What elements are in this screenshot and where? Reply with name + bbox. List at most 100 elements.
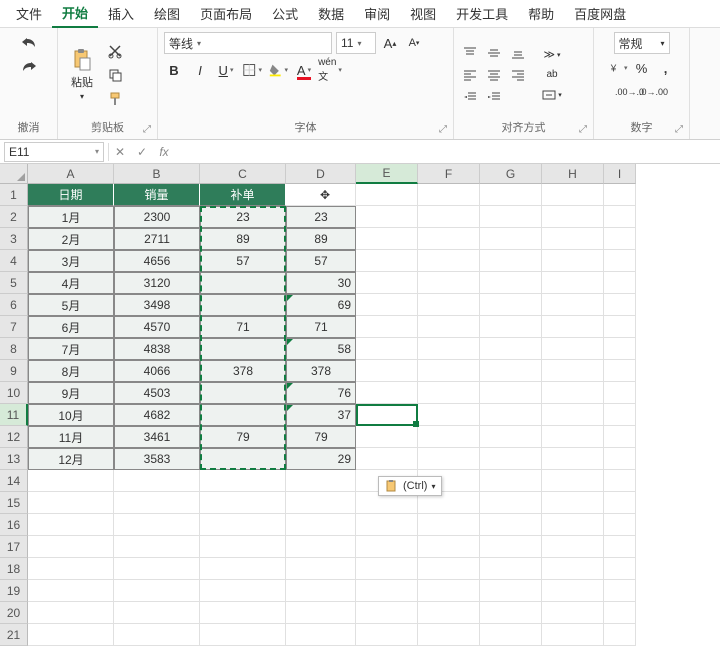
cell-G2[interactable] bbox=[480, 206, 542, 228]
paste-button[interactable]: 粘贴 ▾ bbox=[64, 46, 100, 103]
cell-C10[interactable] bbox=[200, 382, 286, 404]
cell-G5[interactable] bbox=[480, 272, 542, 294]
row-header-7[interactable]: 7 bbox=[0, 316, 28, 338]
font-name-select[interactable]: 等线▾ bbox=[164, 32, 332, 54]
cell-D10[interactable]: 76 bbox=[286, 382, 356, 404]
cell-E12[interactable] bbox=[356, 426, 418, 448]
row-header-10[interactable]: 10 bbox=[0, 382, 28, 404]
row-header-1[interactable]: 1 bbox=[0, 184, 28, 206]
cell-F20[interactable] bbox=[418, 602, 480, 624]
cell-B4[interactable]: 4656 bbox=[114, 250, 200, 272]
increase-decimal-button[interactable]: .00→.0 bbox=[620, 82, 640, 102]
row-header-13[interactable]: 13 bbox=[0, 448, 28, 470]
row-header-3[interactable]: 3 bbox=[0, 228, 28, 250]
cell-E1[interactable] bbox=[356, 184, 418, 206]
cell-E2[interactable] bbox=[356, 206, 418, 228]
col-header-B[interactable]: B bbox=[114, 164, 200, 184]
cell-C16[interactable] bbox=[200, 514, 286, 536]
increase-indent-button[interactable] bbox=[484, 88, 504, 106]
cell-D8[interactable]: 58 bbox=[286, 338, 356, 360]
undo-button[interactable] bbox=[18, 32, 40, 54]
font-color-button[interactable]: A bbox=[294, 60, 314, 80]
cell-I1[interactable] bbox=[604, 184, 636, 206]
name-box[interactable]: E11▾ bbox=[4, 142, 104, 162]
cell-C9[interactable]: 378 bbox=[200, 360, 286, 382]
font-size-select[interactable]: 11▾ bbox=[336, 32, 376, 54]
cell-B2[interactable]: 2300 bbox=[114, 206, 200, 228]
worksheet-grid[interactable]: A B C D E F G H I 1日期销量补单21月2300232332月2… bbox=[0, 164, 720, 646]
col-header-E[interactable]: E bbox=[356, 164, 418, 184]
tab-draw[interactable]: 绘图 bbox=[144, 0, 190, 27]
cell-F10[interactable] bbox=[418, 382, 480, 404]
cell-B21[interactable] bbox=[114, 624, 200, 646]
cell-A7[interactable]: 6月 bbox=[28, 316, 114, 338]
cell-C8[interactable] bbox=[200, 338, 286, 360]
cell-A16[interactable] bbox=[28, 514, 114, 536]
cell-I9[interactable] bbox=[604, 360, 636, 382]
cell-B17[interactable] bbox=[114, 536, 200, 558]
cell-D15[interactable] bbox=[286, 492, 356, 514]
cell-G18[interactable] bbox=[480, 558, 542, 580]
cell-H9[interactable] bbox=[542, 360, 604, 382]
format-painter-button[interactable] bbox=[104, 88, 126, 110]
cell-H19[interactable] bbox=[542, 580, 604, 602]
clipboard-launcher-icon[interactable]: ⤢ bbox=[143, 124, 151, 135]
cell-D2[interactable]: 23 bbox=[286, 206, 356, 228]
row-header-6[interactable]: 6 bbox=[0, 294, 28, 316]
cell-F16[interactable] bbox=[418, 514, 480, 536]
cell-I17[interactable] bbox=[604, 536, 636, 558]
cell-H6[interactable] bbox=[542, 294, 604, 316]
cell-H14[interactable] bbox=[542, 470, 604, 492]
align-left-button[interactable] bbox=[460, 66, 480, 84]
cell-H2[interactable] bbox=[542, 206, 604, 228]
cell-A17[interactable] bbox=[28, 536, 114, 558]
cell-C6[interactable] bbox=[200, 294, 286, 316]
cell-E11[interactable] bbox=[356, 404, 418, 426]
row-header-18[interactable]: 18 bbox=[0, 558, 28, 580]
currency-button[interactable]: ¥ bbox=[608, 58, 628, 78]
cell-G9[interactable] bbox=[480, 360, 542, 382]
cell-F17[interactable] bbox=[418, 536, 480, 558]
cell-D7[interactable]: 71 bbox=[286, 316, 356, 338]
cell-A15[interactable] bbox=[28, 492, 114, 514]
cell-A6[interactable]: 5月 bbox=[28, 294, 114, 316]
cell-A12[interactable]: 11月 bbox=[28, 426, 114, 448]
comma-button[interactable]: , bbox=[656, 58, 676, 78]
tab-file[interactable]: 文件 bbox=[6, 0, 52, 27]
cell-G12[interactable] bbox=[480, 426, 542, 448]
cell-F6[interactable] bbox=[418, 294, 480, 316]
cell-E7[interactable] bbox=[356, 316, 418, 338]
cell-A10[interactable]: 9月 bbox=[28, 382, 114, 404]
cell-G7[interactable] bbox=[480, 316, 542, 338]
cell-D20[interactable] bbox=[286, 602, 356, 624]
cell-E5[interactable] bbox=[356, 272, 418, 294]
cell-H4[interactable] bbox=[542, 250, 604, 272]
tab-pagelayout[interactable]: 页面布局 bbox=[190, 0, 262, 27]
cell-E13[interactable] bbox=[356, 448, 418, 470]
cell-G4[interactable] bbox=[480, 250, 542, 272]
merge-button[interactable]: ▾ bbox=[538, 86, 566, 104]
cell-D18[interactable] bbox=[286, 558, 356, 580]
cell-I14[interactable] bbox=[604, 470, 636, 492]
tab-data[interactable]: 数据 bbox=[308, 0, 354, 27]
align-top-button[interactable] bbox=[460, 44, 480, 62]
cell-C2[interactable]: 23 bbox=[200, 206, 286, 228]
cell-I12[interactable] bbox=[604, 426, 636, 448]
cell-B7[interactable]: 4570 bbox=[114, 316, 200, 338]
row-header-8[interactable]: 8 bbox=[0, 338, 28, 360]
cell-E9[interactable] bbox=[356, 360, 418, 382]
cell-B6[interactable]: 3498 bbox=[114, 294, 200, 316]
italic-button[interactable]: I bbox=[190, 60, 210, 80]
cell-D11[interactable]: 37 bbox=[286, 404, 356, 426]
cell-G20[interactable] bbox=[480, 602, 542, 624]
cell-I2[interactable] bbox=[604, 206, 636, 228]
row-header-19[interactable]: 19 bbox=[0, 580, 28, 602]
cell-D16[interactable] bbox=[286, 514, 356, 536]
cell-G3[interactable] bbox=[480, 228, 542, 250]
row-header-21[interactable]: 21 bbox=[0, 624, 28, 646]
cell-B1[interactable]: 销量 bbox=[114, 184, 200, 206]
cell-F21[interactable] bbox=[418, 624, 480, 646]
phonetic-button[interactable]: wén文 bbox=[320, 60, 340, 80]
cell-E4[interactable] bbox=[356, 250, 418, 272]
increase-font-button[interactable]: A▴ bbox=[380, 33, 400, 53]
